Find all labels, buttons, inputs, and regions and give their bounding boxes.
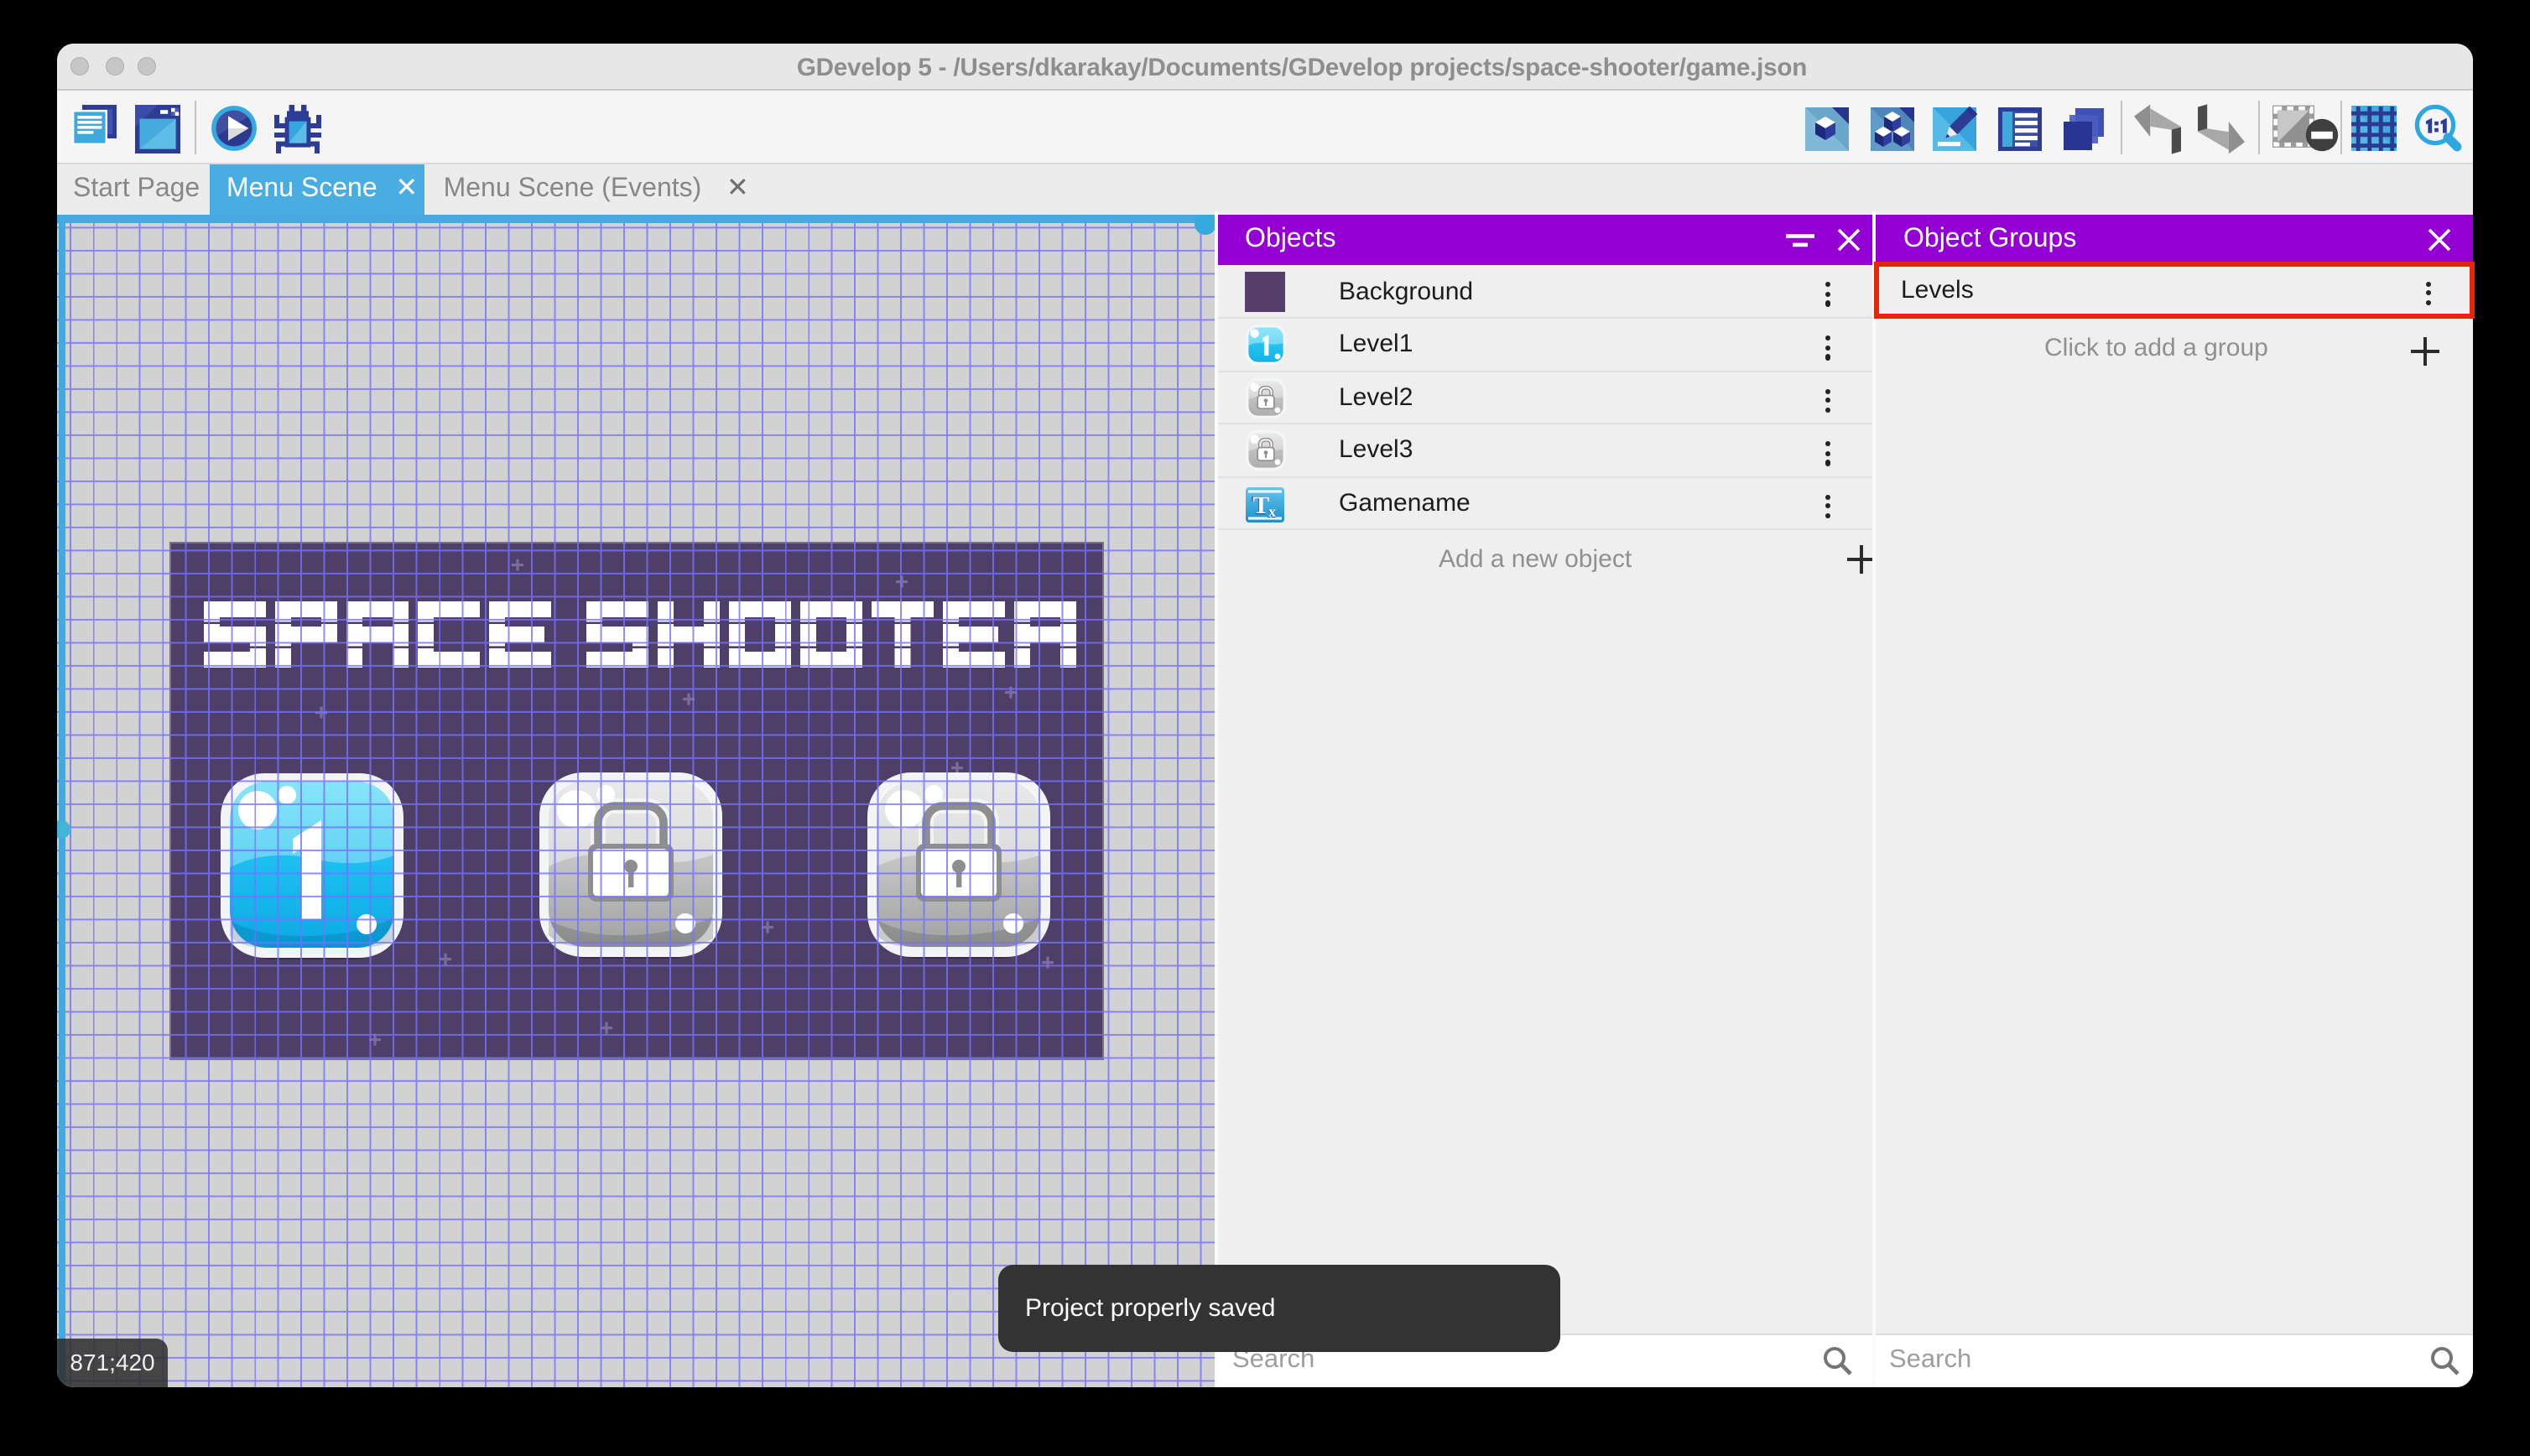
svg-text:T: T (1252, 491, 1269, 518)
svg-text:x: x (1268, 502, 1276, 519)
